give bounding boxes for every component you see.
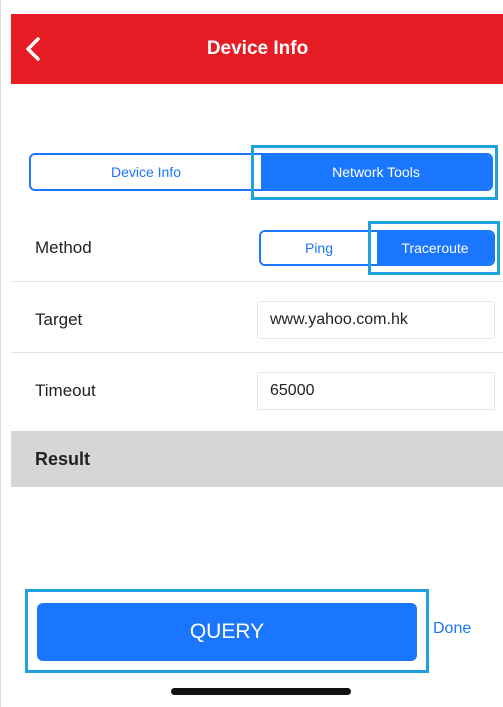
method-label: Method bbox=[35, 238, 92, 257]
home-indicator[interactable] bbox=[171, 688, 351, 695]
divider bbox=[11, 352, 503, 353]
device-info-screen: Device Info Device Info Network Tools Me… bbox=[0, 0, 503, 707]
divider bbox=[11, 281, 503, 282]
done-button[interactable]: Done bbox=[433, 620, 471, 638]
method-option-traceroute[interactable]: Traceroute bbox=[377, 232, 493, 264]
result-header: Result bbox=[11, 431, 503, 487]
target-label: Target bbox=[35, 310, 83, 329]
query-button[interactable]: QUERY bbox=[37, 603, 417, 661]
page-title: Device Info bbox=[206, 38, 309, 59]
method-segment: Ping Traceroute bbox=[259, 230, 495, 266]
target-input[interactable] bbox=[257, 301, 495, 339]
method-option-ping[interactable]: Ping bbox=[261, 232, 377, 264]
timeout-input[interactable] bbox=[257, 372, 495, 410]
tab-network-tools[interactable]: Network Tools bbox=[261, 155, 491, 189]
result-area bbox=[11, 487, 503, 587]
tab-device-info[interactable]: Device Info bbox=[31, 155, 261, 189]
nav-header: Device Info bbox=[11, 14, 503, 84]
timeout-label: Timeout bbox=[35, 381, 96, 400]
result-label: Result bbox=[35, 449, 91, 469]
tab-segment: Device Info Network Tools bbox=[29, 153, 493, 191]
